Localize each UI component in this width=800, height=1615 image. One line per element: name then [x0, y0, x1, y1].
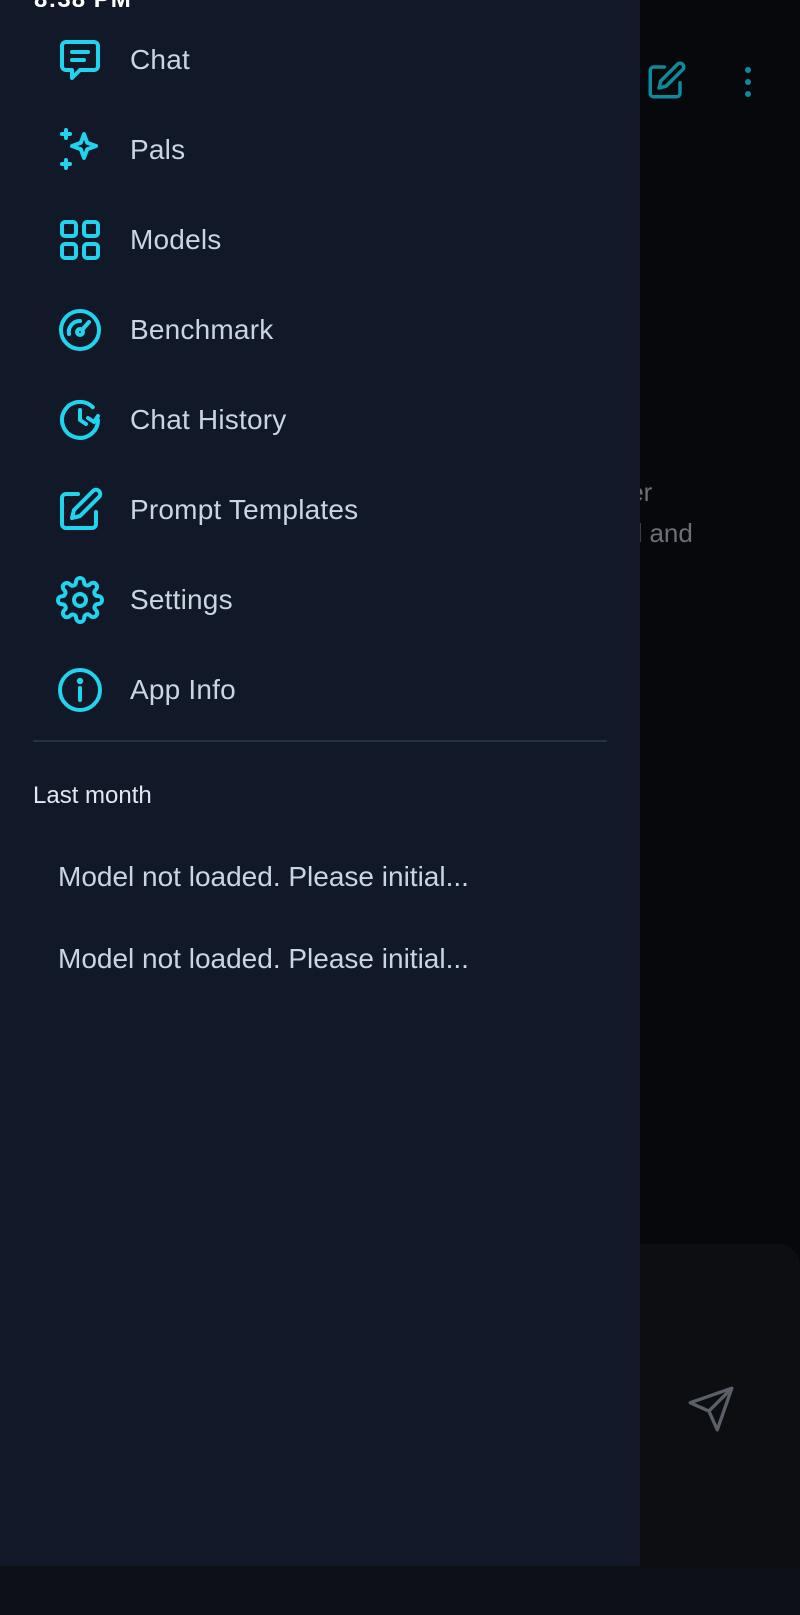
nav-item-pals[interactable]: Pals	[0, 105, 640, 195]
info-icon	[56, 666, 104, 714]
gear-icon	[56, 576, 104, 624]
nav-label-benchmark: Benchmark	[130, 314, 274, 345]
nav-item-models[interactable]: Models	[0, 195, 640, 285]
nav-label-chat-history: Chat History	[130, 404, 287, 435]
speedometer-icon	[56, 306, 104, 354]
system-navigation-bar	[0, 1566, 800, 1615]
nav-item-chat-history[interactable]: Chat History	[0, 375, 640, 465]
navigation-drawer: 8:38 PM Chat Pals	[0, 0, 640, 1566]
drawer-nav: Chat Pals Models Benchmark Chat History …	[0, 15, 640, 735]
new-chat-icon[interactable]	[645, 60, 687, 107]
hint-line-1: ter	[622, 472, 800, 513]
nav-label-settings: Settings	[130, 584, 233, 615]
sparkle-icon	[56, 126, 104, 174]
edit-icon	[56, 486, 104, 534]
status-time: 8:38 PM	[34, 0, 132, 14]
chat-history-list: Model not loaded. Please initial... Mode…	[0, 836, 640, 1000]
background-hint-text: ter el and	[622, 472, 800, 554]
history-item[interactable]: Model not loaded. Please initial...	[0, 918, 640, 1000]
nav-item-chat[interactable]: Chat	[0, 15, 640, 105]
nav-item-app-info[interactable]: App Info	[0, 645, 640, 735]
nav-label-pals: Pals	[130, 134, 186, 165]
hint-line-2: el and	[622, 518, 693, 548]
chat-icon	[56, 36, 104, 84]
grid-icon	[56, 216, 104, 264]
nav-label-prompt-templates: Prompt Templates	[130, 494, 359, 525]
history-icon	[56, 396, 104, 444]
nav-label-chat: Chat	[130, 44, 190, 75]
history-item[interactable]: Model not loaded. Please initial...	[0, 836, 640, 918]
send-icon[interactable]	[686, 1384, 736, 1439]
nav-item-benchmark[interactable]: Benchmark	[0, 285, 640, 375]
nav-item-settings[interactable]: Settings	[0, 555, 640, 645]
nav-item-prompt-templates[interactable]: Prompt Templates	[0, 465, 640, 555]
more-vertical-icon[interactable]	[738, 62, 758, 107]
history-section-title: Last month	[33, 782, 152, 809]
nav-label-models: Models	[130, 224, 222, 255]
drawer-divider	[33, 740, 607, 742]
nav-label-app-info: App Info	[130, 674, 236, 705]
